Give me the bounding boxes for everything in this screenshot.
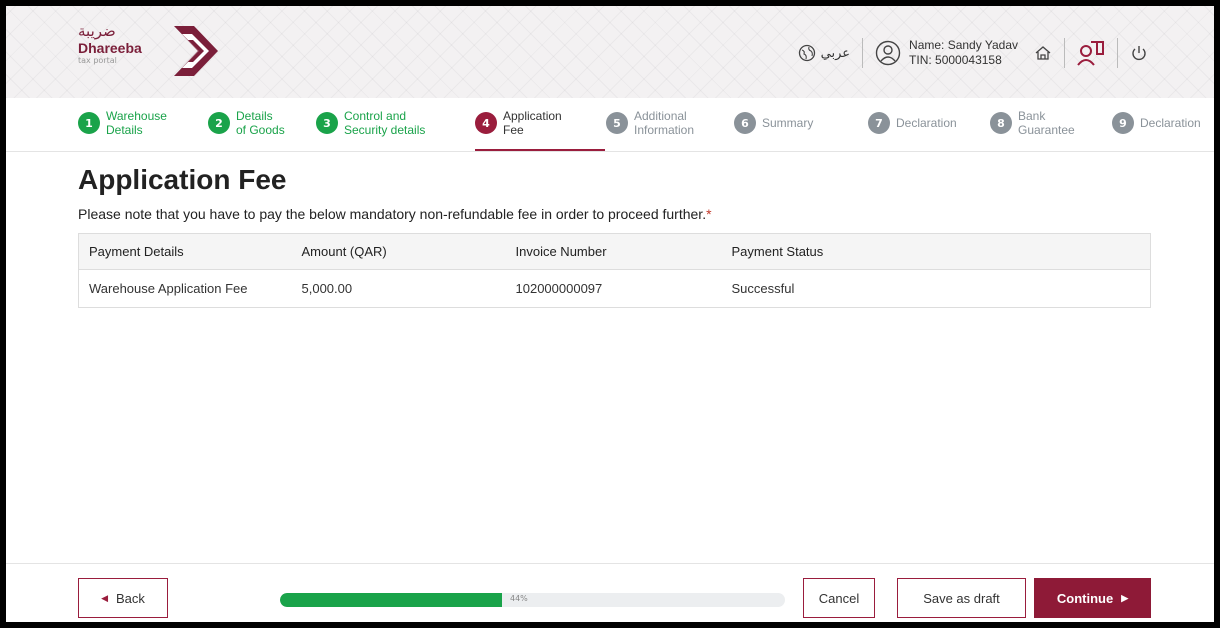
step-label: Summary	[762, 116, 814, 130]
continue-button[interactable]: Continue ▶	[1034, 578, 1151, 618]
app-window: ضريبة Dhareeba tax portal عربي Name: San…	[6, 6, 1214, 622]
table-row: Warehouse Application Fee 5,000.00 10200…	[79, 270, 1151, 308]
step-label: Information	[634, 123, 695, 137]
payment-details-cell: Warehouse Application Fee	[89, 281, 248, 296]
step-label: Warehouse	[106, 109, 167, 123]
step-number: 2	[208, 112, 230, 134]
step-label: Bank	[1018, 109, 1046, 123]
step-declaration-1[interactable]: 7 Declaration	[868, 106, 957, 140]
step-number: 5	[606, 112, 628, 134]
invoice-number-cell: 102000000097	[515, 281, 603, 296]
step-label: Guarantee	[1018, 123, 1075, 137]
step-details-of-goods[interactable]: 2 Details of Goods	[208, 106, 285, 140]
step-summary[interactable]: 6 Summary	[734, 106, 813, 140]
header-actions: عربي Name: Sandy Yadav TIN: 5000043158	[798, 36, 1148, 70]
step-label: Control and	[344, 109, 407, 123]
fee-table: Payment Details Amount (QAR) Invoice Num…	[78, 233, 1151, 308]
payment-status-cell: Successful	[731, 281, 795, 296]
step-label: Declaration	[896, 116, 957, 130]
step-control-security[interactable]: 3 Control and Security details	[316, 106, 425, 140]
fee-note: Please note that you have to pay the bel…	[78, 206, 712, 222]
divider	[862, 38, 864, 68]
step-number: 9	[1112, 112, 1134, 134]
divider	[1117, 38, 1118, 68]
fee-note-text: Please note that you have to pay the bel…	[78, 206, 707, 222]
step-number: 3	[316, 112, 338, 134]
logo[interactable]: ضريبة Dhareeba tax portal	[78, 24, 142, 65]
logo-english: Dhareeba	[78, 40, 142, 56]
globe-icon	[798, 44, 816, 62]
step-number: 6	[734, 112, 756, 134]
home-icon[interactable]	[1034, 44, 1052, 62]
step-label: of Goods	[236, 123, 285, 137]
step-number: 1	[78, 112, 100, 134]
language-switch[interactable]: عربي	[798, 44, 850, 62]
arrow-left-icon: ◀	[101, 592, 108, 603]
active-step-indicator	[475, 149, 605, 151]
save-draft-button[interactable]: Save as draft	[897, 578, 1026, 618]
step-bank-guarantee[interactable]: 8 Bank Guarantee	[990, 106, 1075, 140]
continue-label: Continue	[1056, 590, 1114, 606]
logo-mark-icon	[168, 20, 230, 86]
step-declaration-2[interactable]: 9 Declaration	[1112, 106, 1201, 140]
page-title: Application Fee	[78, 164, 287, 195]
step-warehouse-details[interactable]: 1 Warehouse Details	[78, 106, 167, 140]
table-header-row: Payment Details Amount (QAR) Invoice Num…	[78, 233, 1151, 270]
progress-fill	[280, 593, 503, 607]
progress-text: 44%	[510, 594, 528, 603]
divider	[1064, 38, 1065, 68]
step-label: Security details	[344, 123, 426, 137]
user-tin: TIN: 5000043158	[909, 53, 1002, 67]
logo-subtitle: tax portal	[78, 56, 117, 65]
user-circle-icon	[875, 40, 901, 66]
required-mark: *	[706, 206, 712, 222]
step-label: Fee	[503, 123, 524, 137]
power-icon[interactable]	[1130, 44, 1148, 62]
language-label: عربي	[820, 45, 851, 61]
back-label: Back	[116, 590, 145, 606]
logo-arabic: ضريبة	[78, 22, 116, 40]
user-name: Name: Sandy Yadav	[909, 38, 1018, 52]
step-label: Declaration	[1140, 116, 1201, 130]
progress-bar: 44%	[280, 593, 785, 607]
column-header: Invoice Number	[515, 233, 732, 270]
step-number: 4	[475, 112, 497, 134]
header: ضريبة Dhareeba tax portal عربي Name: San…	[6, 6, 1214, 98]
column-header: Payment Status	[731, 233, 1151, 270]
people-book-icon[interactable]	[1077, 39, 1105, 67]
step-label: Details	[236, 109, 273, 123]
amount-cell: 5,000.00	[301, 281, 353, 296]
column-header: Payment Details	[78, 233, 302, 270]
step-application-fee[interactable]: 4 Application Fee	[475, 106, 562, 140]
step-label: Application	[503, 109, 562, 123]
step-number: 7	[868, 112, 890, 134]
step-label: Additional	[634, 109, 687, 123]
cancel-button[interactable]: Cancel	[803, 578, 875, 618]
column-header: Amount (QAR)	[301, 233, 516, 270]
arrow-right-icon: ▶	[1121, 592, 1129, 603]
step-label: Details	[106, 123, 143, 137]
back-button[interactable]: ◀ Back	[78, 578, 168, 618]
user-info[interactable]: Name: Sandy Yadav TIN: 5000043158	[875, 38, 1018, 68]
footer: ◀ Back 44% Cancel Save as draft Continue…	[6, 563, 1214, 622]
step-number: 8	[990, 112, 1012, 134]
step-additional-information[interactable]: 5 Additional Information	[606, 106, 694, 140]
wizard-steps: 1 Warehouse Details 2 Details of Goods 3 C…	[6, 98, 1214, 152]
